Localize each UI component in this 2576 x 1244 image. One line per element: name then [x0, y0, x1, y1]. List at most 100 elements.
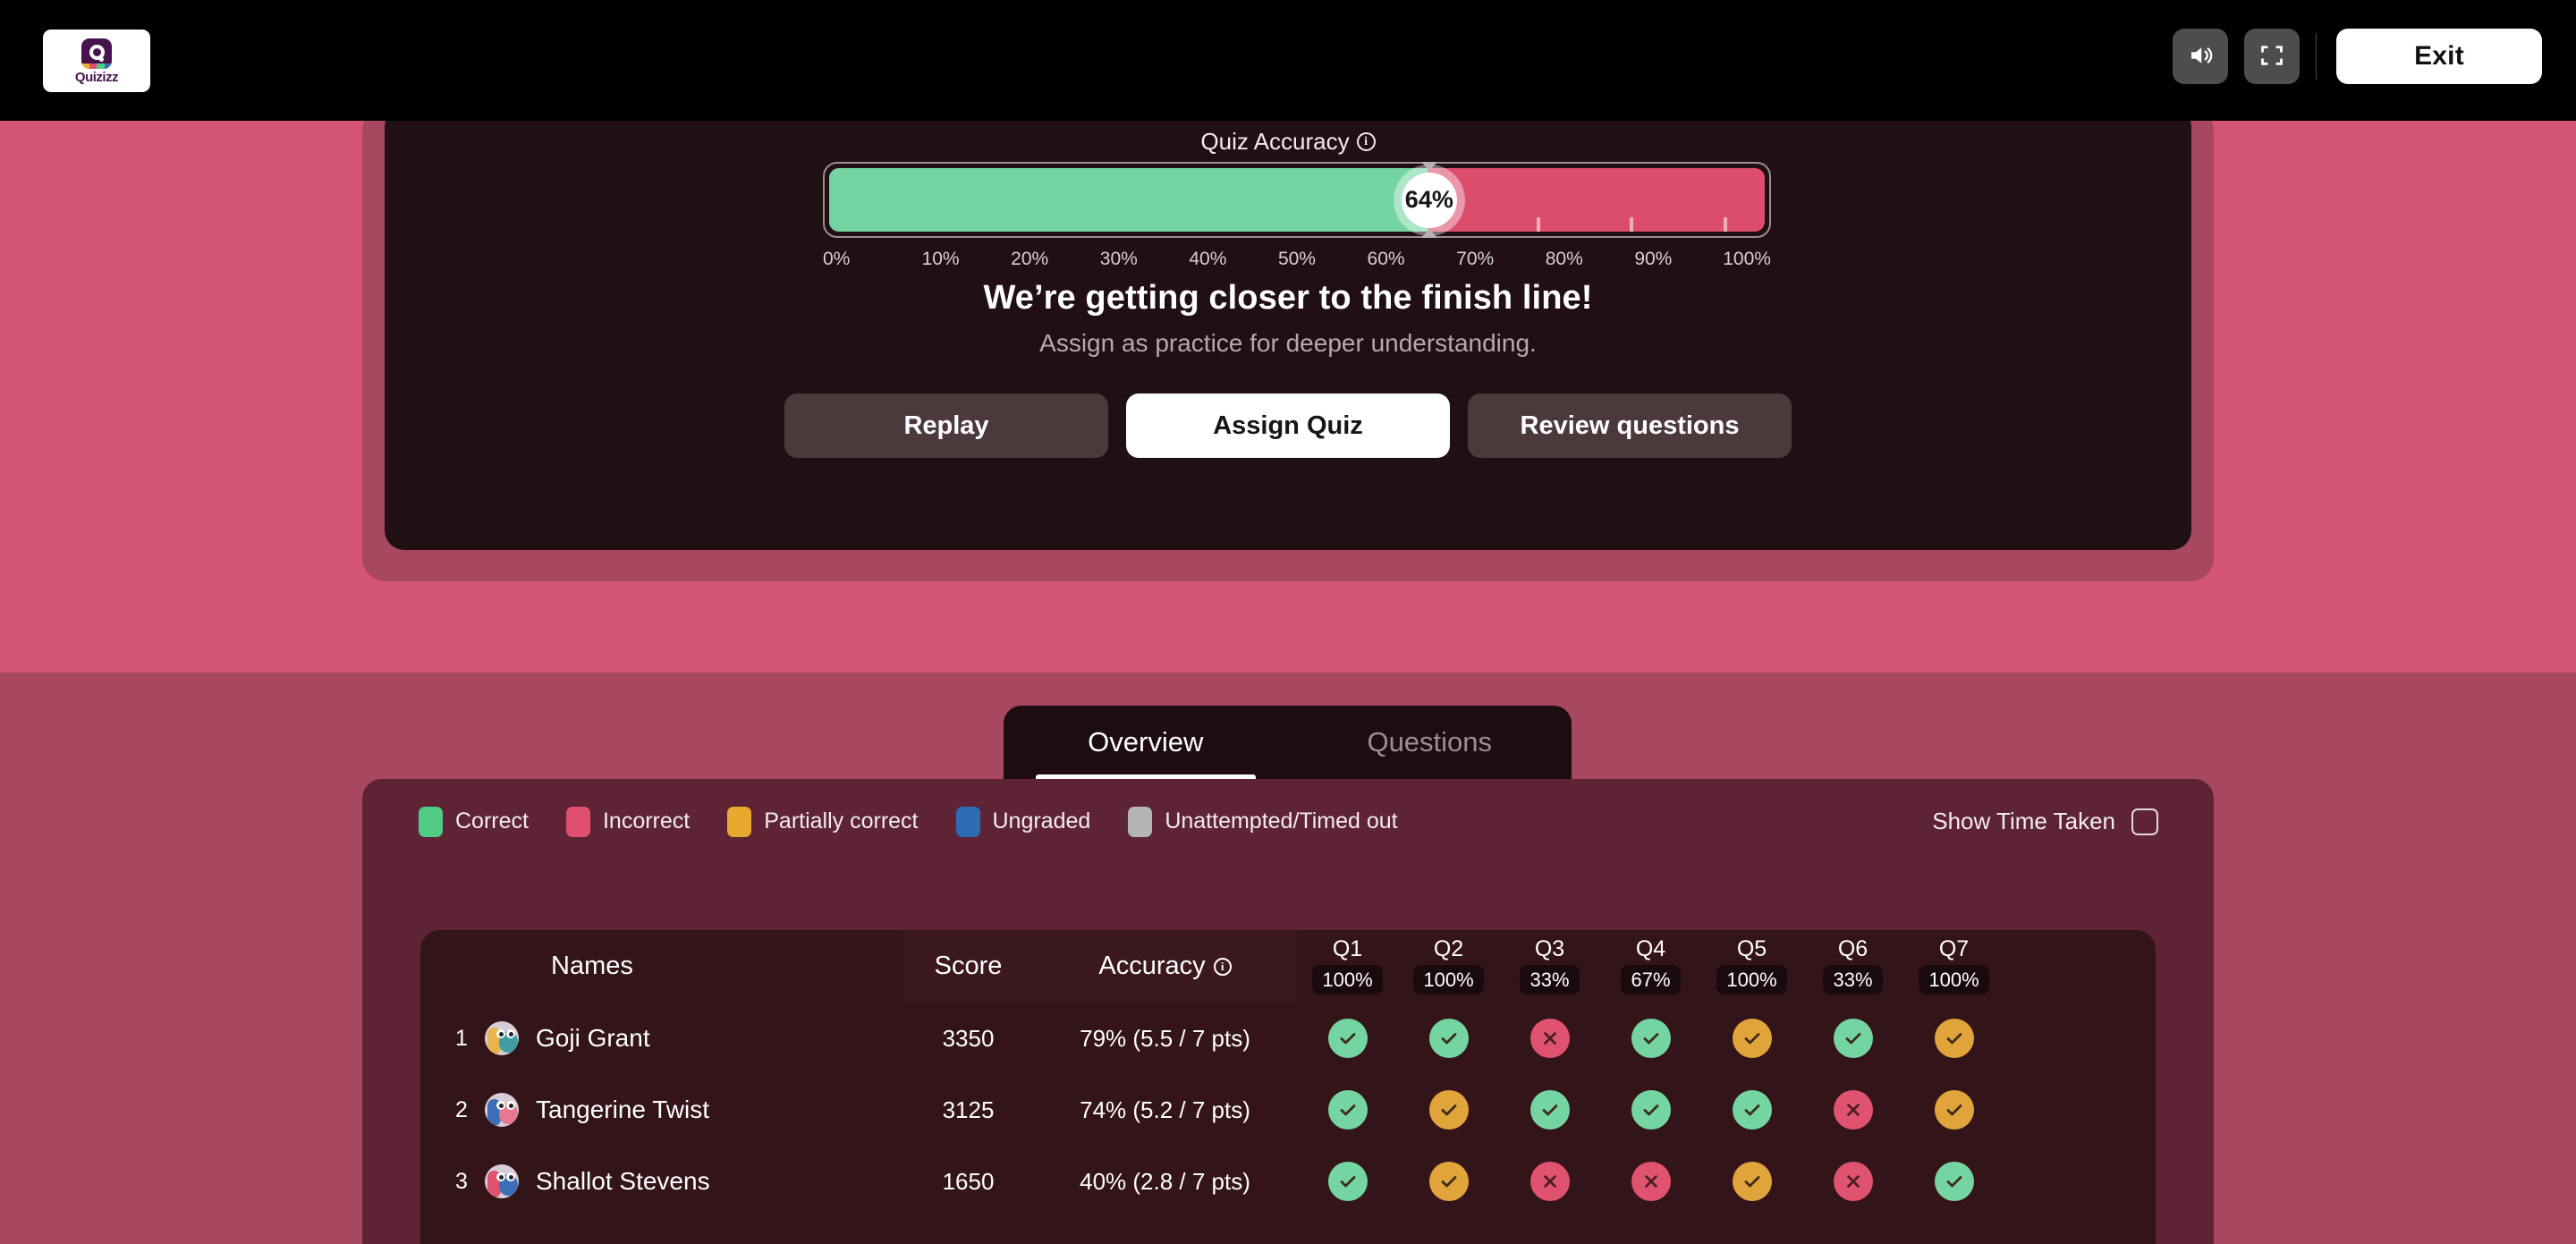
header-accuracy: Accuracy i	[1033, 930, 1297, 1003]
table-body: 1 Goji Grant 3350 79% (5.5 / 7 pts) 2 Tangeri…	[420, 1003, 2156, 1217]
assign-quiz-button[interactable]: Assign Quiz	[1126, 394, 1450, 458]
legend-item: Unattempted/Timed out	[1128, 806, 1398, 837]
question-label: Q3	[1534, 935, 1565, 961]
header-question[interactable]: Q4 67%	[1600, 937, 1701, 995]
question-header-box: Q2 100%	[1413, 935, 1484, 995]
tab-questions[interactable]: Questions	[1288, 706, 1572, 779]
question-accuracy-badge: 33%	[1520, 964, 1580, 995]
answer-badge-partial	[1428, 1162, 1469, 1201]
row-rank: 3	[455, 1168, 468, 1194]
answer-badge-correct	[1732, 1090, 1772, 1130]
answer-badge-incorrect	[1530, 1162, 1570, 1201]
scale-tick: 40%	[1189, 249, 1227, 269]
answer-badge-correct	[1934, 1162, 1974, 1201]
answer-badge-correct	[1530, 1090, 1570, 1130]
answer-badge-partial	[1732, 1019, 1772, 1058]
legend-swatch	[955, 806, 980, 837]
answer-cell[interactable]	[1398, 1162, 1499, 1201]
header-question[interactable]: Q2 100%	[1398, 935, 1499, 995]
answer-cell[interactable]	[1600, 1019, 1701, 1058]
table-row[interactable]: 3 Shallot Stevens 1650 40% (2.8 / 7 pts)	[420, 1146, 2156, 1217]
review-questions-button[interactable]: Review questions	[1468, 394, 1792, 458]
table-row[interactable]: 1 Goji Grant 3350 79% (5.5 / 7 pts)	[420, 1003, 2156, 1074]
top-bar-controls: Exit	[2173, 29, 2542, 84]
header-question[interactable]: Q3 33%	[1499, 935, 1600, 995]
answer-cell[interactable]	[1903, 1019, 2004, 1058]
avatar	[485, 1093, 519, 1127]
header-question[interactable]: Q6 33%	[1802, 937, 1903, 995]
answer-badge-correct	[1833, 1019, 1873, 1058]
answer-cell[interactable]	[1600, 1090, 1701, 1130]
table-row[interactable]: 2 Tangerine Twist 3125 74% (5.2 / 7 pts)	[420, 1074, 2156, 1146]
answer-badge-partial	[1934, 1090, 1974, 1130]
answer-cell[interactable]	[1701, 1162, 1802, 1201]
info-icon[interactable]: i	[1213, 957, 1232, 976]
bar-tick-90	[1723, 217, 1727, 232]
show-time-taken-checkbox[interactable]	[2131, 808, 2158, 835]
answer-cell[interactable]	[1398, 1090, 1499, 1130]
header-question[interactable]: Q7 100%	[1903, 937, 2004, 995]
quiz-accuracy-meter: 64%	[823, 162, 1771, 238]
table-header-row: Names Score Accuracy i Q1 100% Q2 100% Q3 33%…	[420, 930, 2156, 1003]
answer-cell[interactable]	[1297, 1090, 1398, 1130]
legend-items: Correct Incorrect Partially correct Ungrade…	[419, 806, 1398, 837]
scale-tick: 30%	[1099, 249, 1138, 269]
show-time-taken-label: Show Time Taken	[1932, 808, 2115, 834]
answer-cell[interactable]	[1600, 1162, 1701, 1201]
quizizz-logo[interactable]: Quizizz	[43, 30, 150, 92]
replay-button[interactable]: Replay	[784, 394, 1108, 458]
answer-cell[interactable]	[1499, 1090, 1600, 1130]
answer-badge-incorrect	[1530, 1019, 1570, 1058]
row-name-cell: Tangerine Twist	[485, 1093, 903, 1127]
question-header-box: Q1 100%	[1312, 937, 1383, 995]
legend-swatch	[565, 806, 590, 837]
legend-label: Ungraded	[992, 808, 1091, 834]
row-rank: 2	[455, 1096, 468, 1122]
avatar	[485, 1021, 519, 1055]
question-label: Q2	[1433, 935, 1464, 961]
question-accuracy-badge: 100%	[1919, 964, 1989, 995]
accuracy-thumb[interactable]: 64%	[1393, 164, 1465, 236]
speaker-button[interactable]	[2173, 29, 2228, 84]
answer-cell[interactable]	[1701, 1019, 1802, 1058]
info-icon[interactable]: i	[1356, 132, 1376, 151]
avatar	[485, 1164, 519, 1198]
question-accuracy-badge: 100%	[1312, 964, 1383, 995]
fullscreen-button[interactable]	[2244, 29, 2300, 84]
tab-overview[interactable]: Overview	[1004, 706, 1288, 779]
legend-item: Correct	[419, 806, 529, 837]
answer-cell[interactable]	[1297, 1019, 1398, 1058]
answer-badge-incorrect	[1833, 1090, 1873, 1130]
results-card: Quiz Accuracy i 64% 0% 10% 20% 30% 40% 50% 60%…	[385, 107, 2191, 550]
header-question[interactable]: Q5 100%	[1701, 935, 1802, 995]
scale-tick: 80%	[1545, 249, 1583, 269]
question-header-box: Q3 33%	[1520, 935, 1580, 995]
answer-cell[interactable]	[1499, 1162, 1600, 1201]
row-name-cell: Goji Grant	[485, 1021, 903, 1055]
legend-swatch	[1128, 806, 1153, 837]
answer-cell[interactable]	[1903, 1090, 2004, 1130]
header-question[interactable]: Q1 100%	[1297, 937, 1398, 995]
answer-cell[interactable]	[1802, 1090, 1903, 1130]
answer-cell[interactable]	[1398, 1019, 1499, 1058]
show-time-taken-toggle[interactable]: Show Time Taken	[1932, 808, 2158, 835]
scale-tick: 20%	[1011, 249, 1049, 269]
answer-cell[interactable]	[1297, 1162, 1398, 1201]
question-accuracy-badge: 100%	[1716, 964, 1787, 995]
question-label: Q5	[1736, 935, 1767, 961]
answer-cell[interactable]	[1701, 1090, 1802, 1130]
speaker-icon	[2187, 42, 2214, 72]
answer-cell[interactable]	[1802, 1019, 1903, 1058]
fullscreen-icon	[2259, 43, 2284, 71]
row-score: 1650	[942, 1167, 995, 1195]
answer-badge-correct	[1428, 1019, 1469, 1058]
answer-cell[interactable]	[1499, 1019, 1600, 1058]
row-name-cell: Shallot Stevens	[485, 1164, 903, 1198]
answer-cell[interactable]	[1903, 1162, 2004, 1201]
exit-button[interactable]: Exit	[2336, 29, 2542, 84]
answer-cell[interactable]	[1802, 1162, 1903, 1201]
legend-label: Correct	[455, 808, 529, 834]
question-accuracy-badge: 33%	[1823, 964, 1883, 995]
answer-badge-partial	[1732, 1162, 1772, 1201]
results-tabs: Overview Questions	[1004, 706, 1572, 779]
